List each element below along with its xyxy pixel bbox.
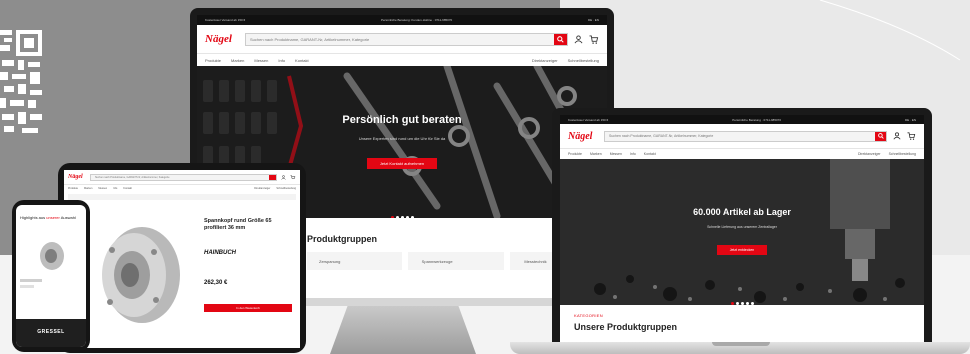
nav-quick-order[interactable]: Schnellbestellung bbox=[568, 58, 599, 63]
hero-subtitle: Unsere Experten sind rund um die Uhr für… bbox=[358, 136, 446, 141]
hero-title: 60.000 Artikel ab Lager bbox=[693, 207, 791, 217]
cart-icon[interactable] bbox=[907, 132, 916, 140]
carousel-dot[interactable] bbox=[740, 302, 744, 305]
carousel-dot[interactable] bbox=[750, 302, 754, 305]
product-title: Spannkopf rund Größe 65 profiliert 36 mm bbox=[204, 218, 272, 231]
top-info-bar: Kostenloser Versand ab 150 € Persönliche… bbox=[197, 15, 607, 25]
nav-item-marken[interactable]: Marken bbox=[231, 58, 244, 63]
qr-code-icon bbox=[0, 30, 42, 133]
tablet-screen: Nägel Suchen nach Produktname, GARANT-Nr… bbox=[64, 170, 300, 348]
hotline-note: Persönliche Beratung: Kunden-Hotline · 0… bbox=[381, 18, 453, 22]
cart-icon[interactable] bbox=[589, 34, 599, 44]
search-button[interactable] bbox=[875, 131, 886, 141]
category-card[interactable]: Zerspanung bbox=[307, 252, 402, 270]
search-icon bbox=[557, 35, 564, 43]
product-caption bbox=[20, 279, 42, 282]
collet-chuck-image bbox=[102, 227, 180, 323]
main-nav: Produkte Marken Messen Info Kontakt Dire… bbox=[64, 184, 300, 192]
language-switch[interactable]: DE · EN bbox=[588, 18, 599, 22]
language-switch[interactable]: DE · EN bbox=[905, 118, 916, 122]
nav-item-marken[interactable]: Marken bbox=[84, 187, 92, 190]
breadcrumb[interactable] bbox=[68, 194, 296, 200]
category-card[interactable]: Spannwerkzeuge bbox=[407, 252, 505, 270]
product-caption bbox=[20, 285, 34, 288]
carousel-dot[interactable] bbox=[390, 216, 394, 218]
nav-item-produkte[interactable]: Produkte bbox=[68, 187, 78, 190]
nav-item-messen[interactable]: Messen bbox=[98, 187, 107, 190]
shipping-note: Kostenloser Versand ab 150 € bbox=[568, 117, 609, 122]
hero-banner: 60.000 Artikel ab Lager Schnelle Lieferu… bbox=[560, 159, 924, 305]
main-nav: Produkte Marken Messen Info Kontakt Dire… bbox=[560, 148, 924, 159]
nav-item-messen[interactable]: Messen bbox=[610, 152, 622, 156]
site-header: Nägel Suchen nach Produktname, GARANT-Nr… bbox=[560, 124, 924, 148]
carousel-dot[interactable] bbox=[730, 302, 734, 305]
carousel-dot[interactable] bbox=[405, 216, 409, 218]
hotline-note: Persönliche Beratung · 0711-985070 bbox=[732, 117, 781, 122]
user-icon[interactable] bbox=[281, 174, 286, 180]
promo-banner[interactable]: GRESSEL bbox=[16, 319, 86, 347]
shipping-note: Kostenloser Versand ab 150 € bbox=[205, 18, 246, 22]
user-icon[interactable] bbox=[574, 34, 583, 44]
carousel-dots[interactable] bbox=[560, 292, 924, 305]
site-header: Nägel Suchen nach Produktname, GARANT-Nr… bbox=[197, 25, 607, 53]
phone-headline: Highlights aus unserer Auswahl bbox=[20, 215, 76, 220]
nav-item-kontakt[interactable]: Kontakt bbox=[644, 152, 656, 156]
nav-item-info[interactable]: Info bbox=[630, 152, 636, 156]
nav-item-kontakt[interactable]: Kontakt bbox=[295, 58, 309, 63]
product-brand-logo: HAINBUCH bbox=[204, 250, 236, 256]
nav-item-marken[interactable]: Marken bbox=[590, 152, 602, 156]
section-label: KATEGORIEN bbox=[574, 313, 603, 318]
nav-item-messen[interactable]: Messen bbox=[254, 58, 268, 63]
nav-quick-order[interactable]: Schnellbestellung bbox=[276, 187, 296, 190]
hero-title: Persönlich gut beraten bbox=[342, 114, 462, 126]
monitor-stand bbox=[330, 306, 476, 354]
nav-direct-display[interactable]: Direktanzeiger bbox=[254, 187, 270, 190]
brand-logo[interactable]: Nägel bbox=[205, 33, 239, 45]
section-title: Unsere Produktgruppen bbox=[574, 322, 678, 332]
nav-direct-display[interactable]: Direktanzeiger bbox=[532, 58, 558, 63]
add-to-cart-button[interactable]: In den Warenkorb bbox=[204, 304, 292, 312]
carousel-dot[interactable] bbox=[410, 216, 414, 218]
nav-item-produkte[interactable]: Produkte bbox=[205, 58, 221, 63]
hero-subtitle: Schnelle Lieferung aus unserem Zentralla… bbox=[707, 225, 777, 229]
nav-item-info[interactable]: Info bbox=[278, 58, 285, 63]
nav-direct-display[interactable]: Direktanzeiger bbox=[858, 152, 881, 156]
site-header: Nägel Suchen nach Produktname, GARANT-Nr… bbox=[64, 170, 300, 184]
carousel-dot[interactable] bbox=[745, 302, 749, 305]
search-icon bbox=[877, 133, 884, 139]
machining-image bbox=[560, 159, 924, 305]
brand-logo[interactable]: Nägel bbox=[568, 131, 598, 142]
nav-quick-order[interactable]: Schnellbestellung bbox=[889, 152, 916, 156]
hero-cta-button[interactable]: Jetzt Kontakt aufnehmen bbox=[367, 158, 437, 169]
nav-item-produkte[interactable]: Produkte bbox=[568, 152, 582, 156]
main-nav: Produkte Marken Messen Info Kontakt Dire… bbox=[197, 53, 607, 66]
search-input[interactable]: Suchen nach Produktname, GARANT-Nr, Arti… bbox=[90, 173, 277, 181]
promo-brand: GRESSEL bbox=[37, 329, 65, 335]
top-info-bar: Kostenloser Versand ab 150 € Persönliche… bbox=[560, 115, 924, 124]
search-button[interactable] bbox=[269, 174, 276, 180]
user-icon[interactable] bbox=[893, 132, 901, 140]
carousel-dot[interactable] bbox=[735, 302, 739, 305]
headline-accent: unserer bbox=[46, 215, 60, 220]
search-button[interactable] bbox=[554, 33, 567, 45]
search-input[interactable]: Suchen nach Produktname, GARANT-Nr, Arti… bbox=[604, 130, 887, 142]
laptop-screen: Kostenloser Versand ab 150 € Persönliche… bbox=[560, 115, 924, 344]
hero-cta-button[interactable]: Jetzt entdecken bbox=[717, 245, 767, 255]
smartphone-screen: Highlights aus unserer Auswahl GRESSEL bbox=[16, 205, 86, 347]
nav-item-kontakt[interactable]: Kontakt bbox=[123, 187, 131, 190]
product-price: 262,30 € bbox=[204, 280, 228, 286]
laptop-notch bbox=[712, 342, 770, 346]
product-thumbnail bbox=[40, 242, 64, 270]
carousel-dot[interactable] bbox=[395, 216, 399, 218]
carousel-dot[interactable] bbox=[400, 216, 404, 218]
nav-item-info[interactable]: Info bbox=[113, 187, 117, 190]
brand-logo[interactable]: Nägel bbox=[68, 174, 86, 180]
cart-icon[interactable] bbox=[290, 174, 296, 180]
search-input[interactable]: Suchen nach Produktname, GARANT-Nr, Arti… bbox=[245, 32, 568, 46]
